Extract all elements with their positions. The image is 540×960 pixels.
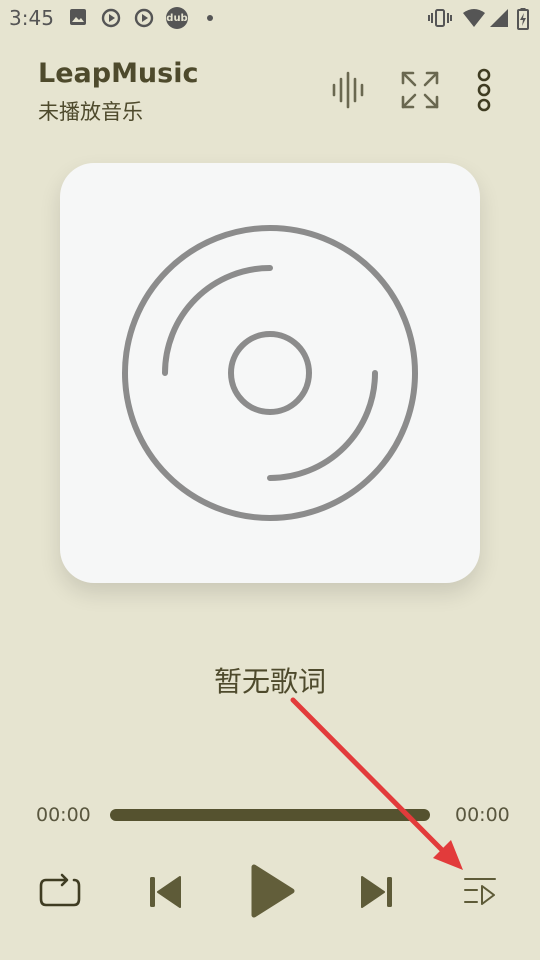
more-vertical-icon (477, 68, 491, 112)
disc-icon (122, 225, 418, 521)
previous-icon (150, 876, 181, 908)
sync-icon (134, 8, 154, 28)
playlist-icon (464, 878, 496, 905)
dot-icon (207, 15, 213, 21)
status-bar: 3:45 dub (0, 0, 540, 36)
lyrics-text: 暂无歌词 (213, 665, 326, 698)
track-status: 未播放音乐 (38, 100, 143, 124)
app-title: LeapMusic (38, 58, 199, 89)
sync-icon (101, 8, 121, 28)
play-icon (251, 864, 295, 918)
equalizer-button[interactable] (324, 66, 372, 114)
progress-slider[interactable] (110, 809, 430, 821)
vibrate-icon (428, 9, 452, 27)
signal-icon (490, 9, 508, 27)
more-options-button[interactable] (460, 66, 508, 114)
fullscreen-icon (401, 71, 439, 109)
next-icon (361, 876, 392, 908)
repeat-icon (39, 873, 81, 907)
album-art[interactable] (60, 163, 480, 583)
total-time: 00:00 (455, 804, 510, 826)
image-icon (70, 9, 86, 25)
dub-label: dub (166, 12, 188, 24)
wifi-icon (463, 9, 485, 27)
playlist-button[interactable] (456, 866, 504, 918)
repeat-button[interactable] (34, 866, 86, 918)
current-time: 00:00 (36, 804, 91, 826)
battery-icon (517, 8, 529, 30)
fullscreen-button[interactable] (396, 66, 444, 114)
next-button[interactable] (352, 866, 402, 918)
dub-icon: dub (166, 7, 188, 29)
status-time: 3:45 (9, 6, 54, 30)
previous-button[interactable] (140, 866, 190, 918)
play-button[interactable] (240, 858, 302, 924)
equalizer-icon (332, 71, 364, 109)
